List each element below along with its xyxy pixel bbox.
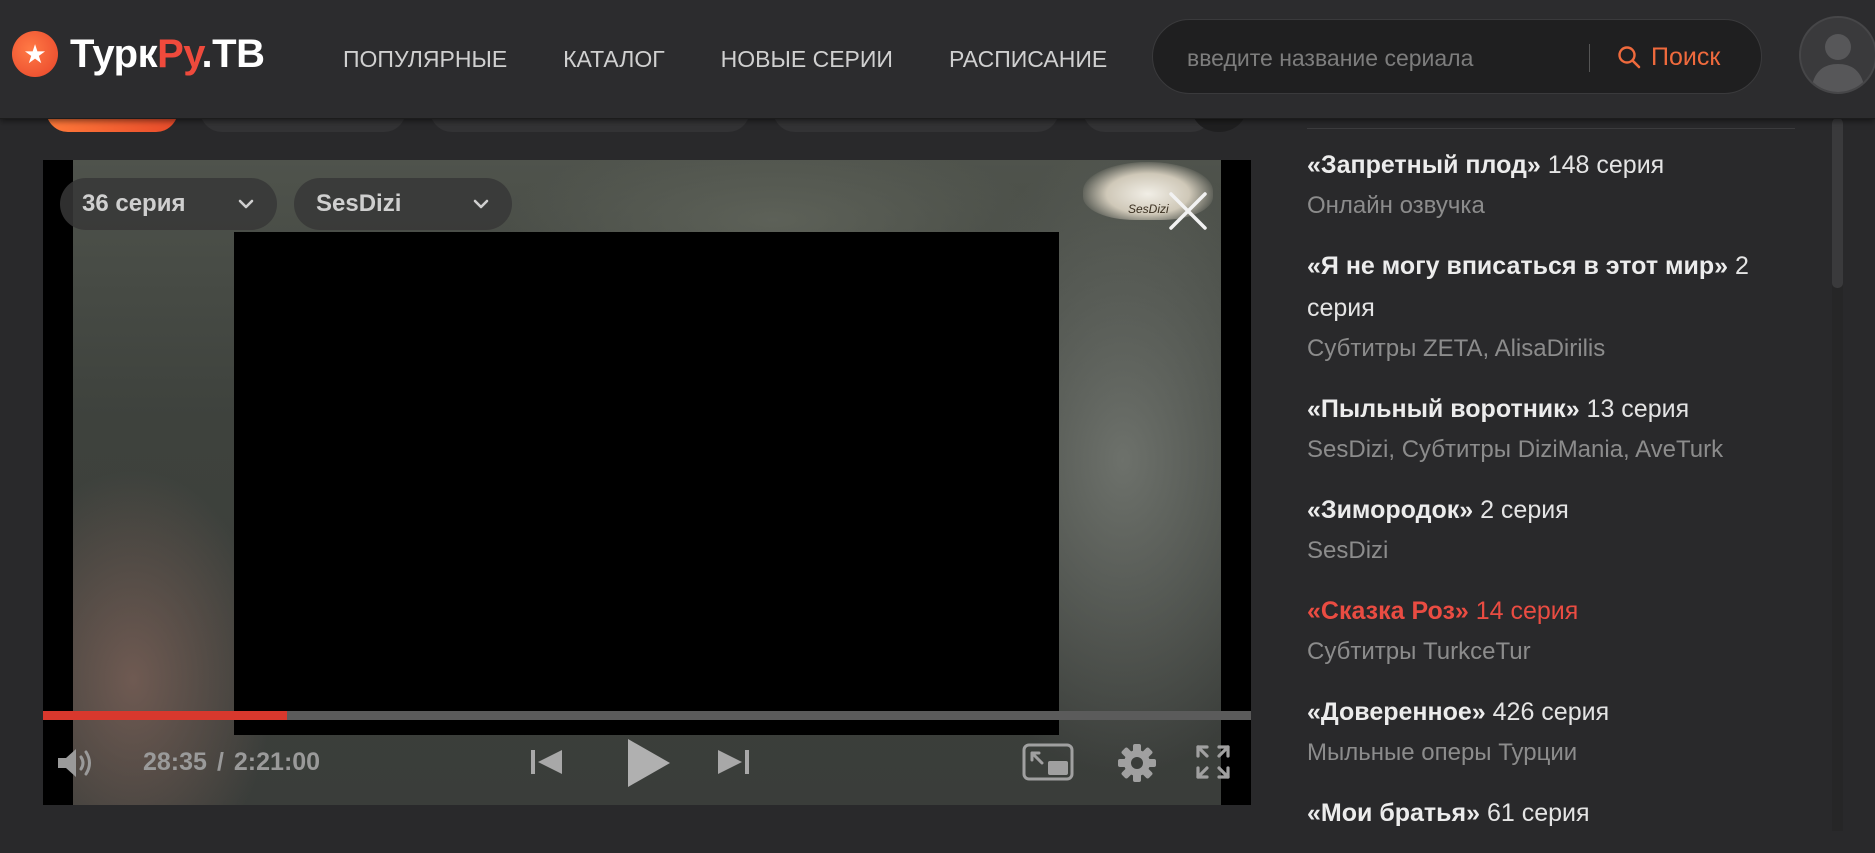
skip-previous-icon: [531, 750, 562, 774]
site-logo[interactable]: ★ ТуркРу.ТВ: [12, 29, 265, 79]
episode-dub-info: SesDizi, Субтитры DiziMania, AveTurk: [1307, 436, 1724, 463]
episode-title-line: «Я не могу вписаться в этот мир» 2 серия: [1307, 245, 1797, 329]
volume-icon: [58, 749, 91, 777]
episode-number: 61 серия: [1480, 799, 1590, 827]
chevron-down-icon: [238, 199, 254, 209]
nav-popular[interactable]: ПОПУЛЯРНЫЕ: [343, 46, 507, 73]
current-time: 28:35: [143, 748, 207, 776]
site-header: ★ ТуркРу.ТВ ПОПУЛЯРНЫЕ КАТАЛОГ НОВЫЕ СЕР…: [0, 0, 1875, 119]
episode-dub-info: Онлайн озвучка: [1307, 192, 1485, 219]
nav-schedule[interactable]: РАСПИСАНИЕ: [949, 46, 1107, 73]
episode-title-line: «Пыльный воротник» 13 серия: [1307, 388, 1797, 430]
star-icon: ★: [12, 31, 58, 77]
channel-watermark-text: SesDizi: [1128, 202, 1169, 216]
episode-list-item[interactable]: «Зимородок» 2 серия SesDizi: [1307, 489, 1797, 571]
episode-dub-info: Мыльные оперы Турции: [1307, 739, 1578, 766]
episode-title-line: «Зимородок» 2 серия: [1307, 489, 1797, 531]
time-separator: /: [216, 748, 224, 776]
fullscreen-button[interactable]: [1195, 744, 1231, 785]
search-divider: [1589, 44, 1590, 72]
progress-bar-fill: [43, 711, 288, 720]
page-scrollbar[interactable]: [1832, 118, 1843, 831]
voice-select-label: SesDizi: [316, 190, 402, 217]
episode-title-line: «Мои братья» 61 серия: [1307, 792, 1797, 834]
episode-number: 2 серия: [1473, 496, 1569, 524]
episode-dub-info: Субтитры ZETA, AlisaDirilis: [1307, 335, 1606, 362]
episode-select[interactable]: 36 серия: [60, 178, 277, 230]
episode-number: 14 серия: [1468, 597, 1579, 625]
picture-in-picture-button[interactable]: [1022, 743, 1074, 786]
chevron-down-icon: [473, 199, 489, 209]
search-button-label: Поиск: [1651, 42, 1721, 71]
episode-number: 148 серия: [1540, 151, 1665, 179]
episode-list-item[interactable]: «Я не могу вписаться в этот мир» 2 серия…: [1307, 245, 1797, 369]
search-bar: Поиск: [1152, 19, 1762, 94]
series-title: «Я не могу вписаться в этот мир»: [1307, 252, 1729, 280]
settings-button[interactable]: [1117, 743, 1157, 788]
search-button[interactable]: Поиск: [1617, 38, 1720, 76]
episode-list-item[interactable]: «Доверенное» 426 серия Мыльные оперы Тур…: [1307, 691, 1797, 773]
video-player[interactable]: SesDizi 36 серия SesDizi 28:35/2:21:00: [43, 160, 1251, 805]
total-duration: 2:21:00: [233, 748, 321, 776]
series-title: «Доверенное»: [1307, 698, 1486, 726]
user-avatar[interactable]: [1799, 16, 1875, 94]
voice-select[interactable]: SesDizi: [294, 178, 512, 230]
user-icon: [1811, 34, 1865, 92]
player-controls: 28:35 / 2:21:00: [43, 720, 1251, 805]
next-button[interactable]: [716, 748, 750, 781]
main-nav: ПОПУЛЯРНЫЕ КАТАЛОГ НОВЫЕ СЕРИИ РАСПИСАНИ…: [343, 46, 1163, 73]
volume-button[interactable]: [56, 746, 96, 785]
episode-dub-info: Субтитры TurkceTur: [1307, 638, 1531, 665]
episode-list-item-highlighted[interactable]: «Сказка Роз» 14 серия Субтитры TurkceTur: [1307, 590, 1797, 672]
episode-number: 426 серия: [1485, 698, 1610, 726]
nav-catalog[interactable]: КАТАЛОГ: [563, 46, 665, 73]
time-display: 28:35 / 2:21:00: [143, 748, 320, 777]
series-title: «Мои братья»: [1307, 799, 1481, 827]
close-button[interactable]: [1167, 190, 1209, 232]
video-overlay: [234, 232, 1059, 735]
episode-title-line: «Доверенное» 426 серия: [1307, 691, 1797, 733]
episode-select-label: 36 серия: [82, 190, 186, 217]
sidebar-divider: [1307, 128, 1795, 129]
latest-episodes-list: «Запретный плод» 148 серия Онлайн озвучк…: [1307, 144, 1797, 853]
episode-number: 13 серия: [1579, 395, 1690, 423]
series-title: «Запретный плод»: [1307, 151, 1541, 179]
episode-title-line: «Запретный плод» 148 серия: [1307, 144, 1797, 186]
skip-next-icon: [718, 750, 749, 774]
episode-list-item[interactable]: «Мои братья» 61 серия: [1307, 792, 1797, 834]
scrollbar-thumb[interactable]: [1832, 118, 1843, 288]
fullscreen-icon: [1196, 745, 1230, 779]
episode-list-item[interactable]: «Пыльный воротник» 13 серия SesDizi, Суб…: [1307, 388, 1797, 470]
play-icon: [628, 739, 670, 787]
nav-new-episodes[interactable]: НОВЫЕ СЕРИИ: [721, 46, 893, 73]
previous-button[interactable]: [530, 748, 564, 781]
picture-in-picture-icon: [1022, 743, 1074, 781]
close-icon: [1169, 192, 1207, 230]
search-input[interactable]: [1185, 42, 1519, 74]
series-title: «Пыльный воротник»: [1307, 395, 1580, 423]
series-title: «Сказка Роз»: [1307, 597, 1469, 625]
logo-text: ТуркРу.ТВ: [70, 31, 265, 76]
search-icon: [1618, 46, 1641, 69]
play-button[interactable]: [624, 737, 672, 794]
series-title: «Зимородок»: [1307, 496, 1474, 524]
episode-dub-info: SesDizi: [1307, 537, 1389, 564]
gear-icon: [1118, 744, 1156, 782]
episode-list-item[interactable]: «Запретный плод» 148 серия Онлайн озвучк…: [1307, 144, 1797, 226]
episode-title-line: «Сказка Роз» 14 серия: [1307, 590, 1797, 632]
